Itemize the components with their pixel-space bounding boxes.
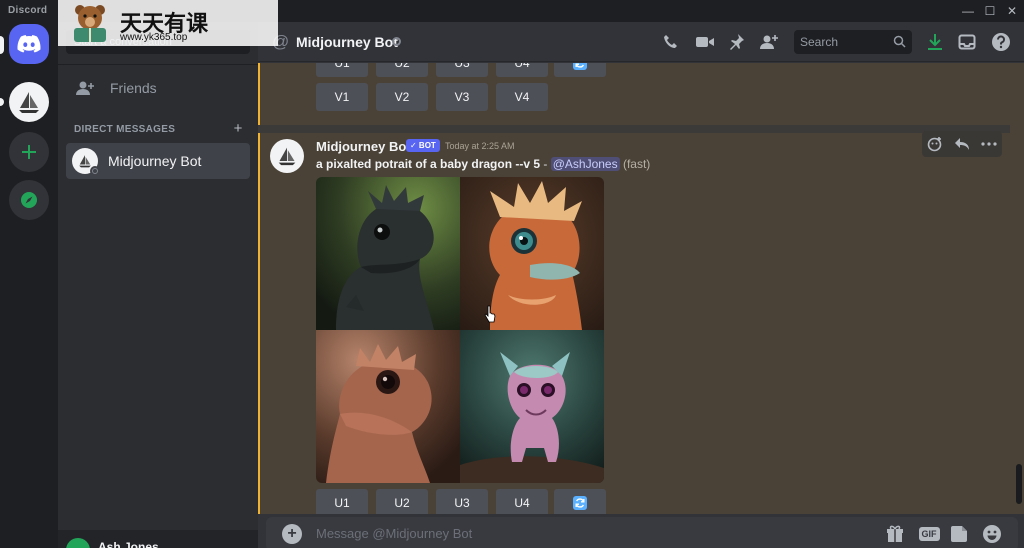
friends-icon xyxy=(76,81,94,95)
compass-icon xyxy=(21,192,37,208)
user-panel: Ash Jones xyxy=(58,530,258,548)
sailboat-icon xyxy=(79,155,91,168)
message-separator xyxy=(258,125,1010,133)
attach-button[interactable]: + xyxy=(282,524,302,544)
message-list: U1 U2 U3 U4 V1 V2 V3 V4 Midjourney Bot ✓… xyxy=(258,63,1024,514)
watermark: 天天有课 www.yk365.top xyxy=(58,0,278,46)
upscale-button-u2-prev[interactable]: U2 xyxy=(376,63,428,77)
upscale-button-u4[interactable]: U4 xyxy=(496,489,548,514)
image-grid[interactable] xyxy=(316,177,604,483)
variation-button-v4[interactable]: V4 xyxy=(496,83,548,111)
minimize-button[interactable]: — xyxy=(958,2,978,20)
dm-sidebar: Start a conversation Friends DIRECT MESS… xyxy=(58,22,258,548)
emoji-icon[interactable] xyxy=(982,524,1002,544)
pin-icon[interactable] xyxy=(726,31,748,53)
plus-icon xyxy=(22,145,36,159)
cursor-icon xyxy=(484,305,496,323)
create-dm-button[interactable]: + xyxy=(230,120,246,137)
mention-highlight-bar xyxy=(258,133,260,514)
inbox-icon[interactable] xyxy=(956,31,978,53)
friends-nav-item[interactable]: Friends xyxy=(66,72,250,104)
reroll-button[interactable] xyxy=(554,489,606,514)
phone-call-icon[interactable] xyxy=(660,31,682,53)
prompt-text: a pixalted potrait of a baby dragon --v … xyxy=(316,157,541,171)
help-icon[interactable] xyxy=(990,31,1012,53)
gif-icon[interactable]: GIF xyxy=(918,524,940,544)
search-input[interactable]: Search xyxy=(794,30,912,54)
user-mention[interactable]: @AshJones xyxy=(550,157,620,171)
user-name: Ash Jones xyxy=(98,540,159,548)
refresh-icon xyxy=(573,496,587,510)
bot-badge: ✓ BOT xyxy=(406,139,440,152)
main-panel: @ Midjourney Bot Search U1 U2 U3 U4 V1 V… xyxy=(258,22,1024,548)
message: Midjourney Bot ✓ BOT Today at 2:25 AM a … xyxy=(258,131,1010,514)
server-rail xyxy=(0,22,58,548)
mention-highlight-bar xyxy=(258,63,260,125)
image-orange-feathered-dragon[interactable] xyxy=(460,177,604,330)
reply-icon[interactable] xyxy=(954,137,970,151)
upscale-button-u3[interactable]: U3 xyxy=(436,489,488,514)
previous-message: U1 U2 U3 U4 V1 V2 V3 V4 xyxy=(258,63,1010,125)
dm-item-name: Midjourney Bot xyxy=(108,153,202,169)
sticker-icon[interactable] xyxy=(950,524,968,544)
maximize-button[interactable]: ☐ xyxy=(980,2,1000,20)
avatar xyxy=(72,148,100,176)
upscale-button-u4-prev[interactable]: U4 xyxy=(496,63,548,77)
discord-logo-icon xyxy=(17,35,41,53)
sailboat-icon xyxy=(19,92,39,113)
message-input[interactable]: Message @Midjourney Bot xyxy=(316,526,472,541)
server-midjourney[interactable] xyxy=(9,82,49,122)
upscale-button-u1-prev[interactable]: U1 xyxy=(316,63,368,77)
variation-button-v1[interactable]: V1 xyxy=(316,83,368,111)
speed-label: (fast) xyxy=(622,157,651,171)
variation-button-v2[interactable]: V2 xyxy=(376,83,428,111)
home-button[interactable] xyxy=(9,24,49,64)
active-indicator xyxy=(0,36,4,54)
offline-status-icon xyxy=(90,166,100,176)
channel-title: Midjourney Bot xyxy=(296,34,398,50)
divider xyxy=(58,64,258,65)
user-avatar[interactable] xyxy=(66,538,90,548)
offline-status-icon xyxy=(392,37,401,46)
image-dark-scaly-dragon[interactable] xyxy=(316,177,460,330)
search-placeholder: Search xyxy=(800,35,839,49)
download-icon[interactable] xyxy=(924,31,946,53)
image-purple-dragon[interactable] xyxy=(460,330,604,483)
dm-item-midjourney-bot[interactable]: Midjourney Bot xyxy=(66,143,250,179)
friends-label: Friends xyxy=(110,80,157,96)
image-tan-spiky-dragon[interactable] xyxy=(316,330,460,483)
prompt-separator: - xyxy=(540,157,551,171)
close-button[interactable]: ✕ xyxy=(1002,2,1022,20)
bot-avatar[interactable] xyxy=(270,139,304,173)
more-options-icon[interactable] xyxy=(981,142,997,146)
message-timestamp: Today at 2:25 AM xyxy=(445,141,515,151)
channel-header: @ Midjourney Bot Search xyxy=(258,22,1024,62)
gift-icon[interactable] xyxy=(886,524,904,544)
upscale-button-u2[interactable]: U2 xyxy=(376,489,428,514)
watermark-url: www.yk365.top xyxy=(120,32,188,43)
upscale-button-u1[interactable]: U1 xyxy=(316,489,368,514)
video-icon[interactable] xyxy=(694,31,716,53)
reroll-button-prev[interactable] xyxy=(554,63,606,77)
refresh-icon xyxy=(573,63,587,70)
bear-logo-icon xyxy=(74,5,106,42)
scrollbar[interactable] xyxy=(1016,464,1022,504)
add-reaction-icon[interactable] xyxy=(927,136,943,152)
explore-servers-button[interactable] xyxy=(9,180,49,220)
app-name: Discord xyxy=(8,5,48,16)
search-icon xyxy=(893,35,906,48)
dm-section-header: DIRECT MESSAGES xyxy=(74,124,176,135)
add-friend-icon[interactable] xyxy=(758,31,780,53)
message-actions xyxy=(922,131,1002,157)
variation-button-v3[interactable]: V3 xyxy=(436,83,488,111)
upscale-button-u3-prev[interactable]: U3 xyxy=(436,63,488,77)
message-content: a pixalted potrait of a baby dragon --v … xyxy=(316,157,650,171)
unread-indicator xyxy=(0,98,4,106)
add-server-button[interactable] xyxy=(9,132,49,172)
sailboat-icon xyxy=(278,147,296,166)
message-author[interactable]: Midjourney Bot xyxy=(316,139,411,154)
message-composer[interactable]: + Message @Midjourney Bot GIF xyxy=(266,517,1018,548)
gif-label: GIF xyxy=(918,527,940,541)
